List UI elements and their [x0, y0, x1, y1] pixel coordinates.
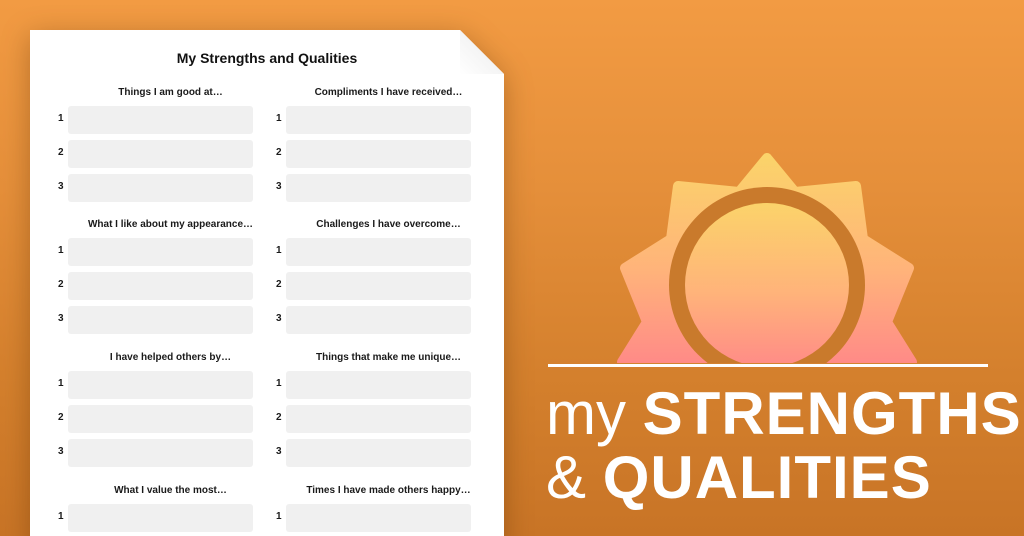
section-heading: I have helped others by…: [109, 352, 232, 363]
answer-row: 2: [58, 140, 288, 168]
answer-row: 1: [58, 504, 288, 532]
section-heading: What I value the most…: [114, 485, 227, 496]
row-number: 1: [276, 511, 282, 522]
answer-field[interactable]: [68, 140, 253, 168]
answer-row: 3: [276, 174, 506, 202]
row-number: 1: [58, 511, 64, 522]
answer-row: 1: [276, 238, 506, 266]
row-number: 3: [276, 313, 282, 324]
answer-field[interactable]: [68, 405, 253, 433]
answer-field[interactable]: [286, 306, 471, 334]
answer-row: 1: [276, 106, 506, 134]
answer-field[interactable]: [68, 371, 253, 399]
row-number: 1: [276, 245, 282, 256]
answer-field[interactable]: [68, 272, 253, 300]
horizon-divider: [548, 364, 988, 367]
answer-row: 3: [58, 439, 288, 467]
row-number: 3: [58, 446, 64, 457]
answer-row: 2: [276, 405, 506, 433]
brand-title-line2: & QUALITIES: [546, 448, 932, 508]
row-number: 2: [58, 147, 64, 158]
answer-field[interactable]: [286, 371, 471, 399]
row-number: 3: [276, 181, 282, 192]
row-number: 2: [276, 279, 282, 290]
answer-field[interactable]: [286, 106, 471, 134]
section-heading: Things I am good at…: [118, 87, 223, 98]
answer-field[interactable]: [68, 504, 253, 532]
row-number: 2: [58, 279, 64, 290]
row-number: 2: [276, 412, 282, 423]
brand-word-strengths: STRENGTHS: [642, 380, 1022, 447]
answer-field[interactable]: [286, 272, 471, 300]
answer-field[interactable]: [286, 405, 471, 433]
section-heading: Compliments I have received…: [314, 87, 463, 98]
sun-icon: [617, 153, 917, 363]
answer-field[interactable]: [68, 439, 253, 467]
brand-word-my: my: [546, 380, 626, 447]
answer-row: 2: [58, 272, 288, 300]
answer-row: 1: [276, 504, 506, 532]
answer-field[interactable]: [286, 140, 471, 168]
row-number: 3: [58, 181, 64, 192]
row-number: 1: [58, 378, 64, 389]
section-heading: What I like about my appearance…: [87, 219, 254, 230]
answer-field[interactable]: [68, 174, 253, 202]
worksheet-page: My Strengths and Qualities Things I am g…: [30, 30, 504, 536]
answer-field[interactable]: [286, 504, 471, 532]
answer-field[interactable]: [286, 238, 471, 266]
row-number: 1: [276, 378, 282, 389]
row-number: 1: [276, 113, 282, 124]
answer-row: 1: [58, 106, 288, 134]
brand-title-line1: my STRENGTHS: [546, 384, 1022, 444]
section-heading: Things that make me unique…: [315, 352, 462, 363]
answer-field[interactable]: [68, 238, 253, 266]
worksheet-title: My Strengths and Qualities: [176, 50, 358, 66]
row-number: 1: [58, 245, 64, 256]
section-heading: Times I have made others happy…: [306, 485, 471, 496]
answer-row: 3: [58, 306, 288, 334]
brand-ampersand: &: [546, 444, 587, 511]
answer-field[interactable]: [68, 306, 253, 334]
row-number: 1: [58, 113, 64, 124]
answer-field[interactable]: [286, 439, 471, 467]
answer-row: 1: [58, 371, 288, 399]
answer-row: 2: [276, 140, 506, 168]
row-number: 2: [276, 147, 282, 158]
answer-row: 1: [276, 371, 506, 399]
row-number: 2: [58, 412, 64, 423]
row-number: 3: [58, 313, 64, 324]
answer-row: 1: [58, 238, 288, 266]
answer-field[interactable]: [68, 106, 253, 134]
answer-row: 2: [58, 405, 288, 433]
brand-word-qualities: QUALITIES: [602, 444, 932, 511]
answer-row: 3: [276, 439, 506, 467]
answer-field[interactable]: [286, 174, 471, 202]
answer-row: 3: [276, 306, 506, 334]
answer-row: 3: [58, 174, 288, 202]
answer-row: 2: [276, 272, 506, 300]
section-heading: Challenges I have overcome…: [316, 219, 461, 230]
row-number: 3: [276, 446, 282, 457]
